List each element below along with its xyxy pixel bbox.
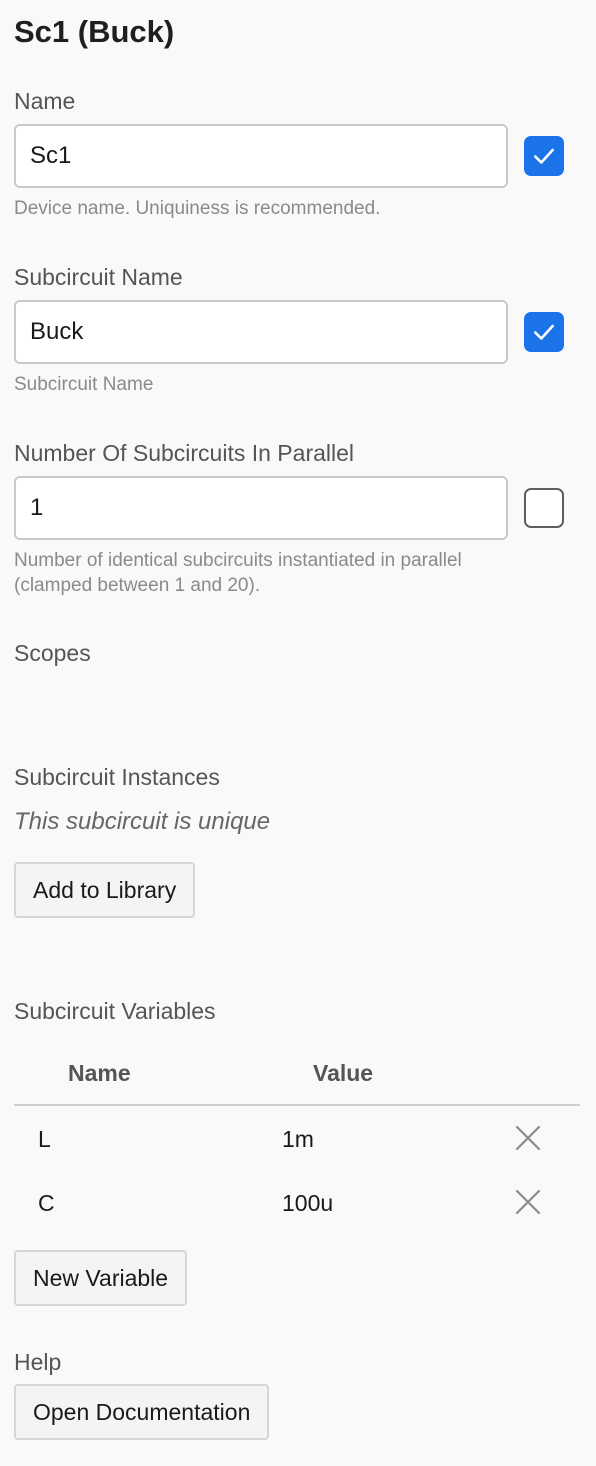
variables-label: Subcircuit Variables	[14, 998, 216, 1024]
help-label: Help	[14, 1349, 62, 1375]
table-row: C 100u	[0, 1188, 596, 1240]
name-hint: Device name. Uniquiness is recommended.	[14, 198, 381, 219]
name-label: Name	[14, 88, 76, 114]
variable-name-cell: C	[38, 1190, 55, 1216]
parallel-hint-line-2: (clamped between 1 and 20).	[14, 575, 261, 596]
parallel-hint-line-1: Number of identical subcircuits instanti…	[14, 550, 462, 571]
page-title: Sc1 (Buck)	[14, 14, 175, 49]
parallel-count-label: Number Of Subcircuits In Parallel	[14, 440, 355, 466]
column-header-value: Value	[313, 1060, 374, 1086]
variable-value-cell: 100u	[282, 1190, 334, 1216]
open-documentation-button[interactable]: Open Documentation	[14, 1384, 270, 1440]
checkmark-icon	[534, 324, 554, 340]
table-header-divider	[14, 1104, 580, 1106]
subcircuit-name-hint: Subcircuit Name	[14, 374, 154, 395]
add-to-library-button[interactable]: Add to Library	[14, 862, 196, 918]
checkmark-icon	[534, 148, 554, 164]
subcircuit-name-input[interactable]	[14, 300, 508, 364]
column-header-name: Name	[68, 1060, 131, 1086]
subcircuit-name-checkbox[interactable]	[524, 312, 564, 352]
name-input[interactable]	[14, 124, 508, 188]
parallel-count-checkbox[interactable]	[524, 488, 564, 528]
parallel-count-hint: Number of identical subcircuits instanti…	[14, 548, 554, 598]
variable-value-cell: 1m	[282, 1126, 314, 1152]
table-row: L 1m	[0, 1124, 596, 1176]
variable-name-cell: L	[38, 1126, 51, 1152]
instances-label: Subcircuit Instances	[14, 764, 220, 790]
parallel-count-input[interactable]	[14, 476, 508, 540]
scopes-label: Scopes	[14, 640, 91, 666]
delete-variable-icon[interactable]	[514, 1124, 542, 1152]
new-variable-button[interactable]: New Variable	[14, 1250, 188, 1306]
instances-status: This subcircuit is unique	[14, 808, 271, 835]
delete-variable-icon[interactable]	[514, 1188, 542, 1216]
name-checkbox[interactable]	[524, 136, 564, 176]
subcircuit-name-label: Subcircuit Name	[14, 264, 183, 290]
